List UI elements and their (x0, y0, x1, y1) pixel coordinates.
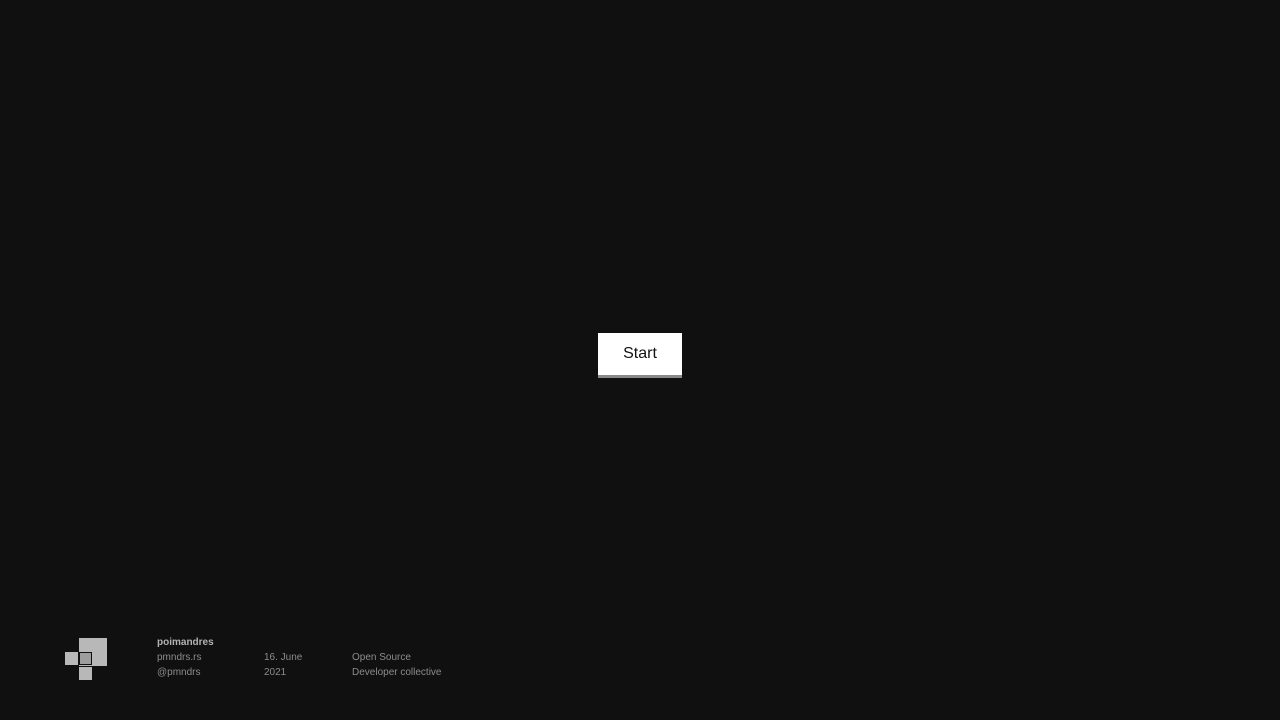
date-day: 16. June (264, 652, 303, 663)
date-year: 2021 (264, 667, 287, 678)
social-handle[interactable]: @pmndrs (157, 665, 201, 680)
pmndrs-logo-icon (65, 638, 107, 680)
website-link[interactable]: pmndrs.rs (157, 650, 201, 665)
footer: poimandres pmndrs.rs @pmndrs 16. June 20… (0, 630, 1280, 690)
start-button[interactable]: Start (598, 333, 682, 378)
tagline-line-1: Open Source (352, 652, 411, 663)
app-canvas: Start poimandres pmndrs.rs @pmndrs 16. J… (0, 0, 1280, 720)
brand-name: poimandres (157, 637, 214, 648)
tagline-line-2: Developer collective (352, 667, 442, 678)
